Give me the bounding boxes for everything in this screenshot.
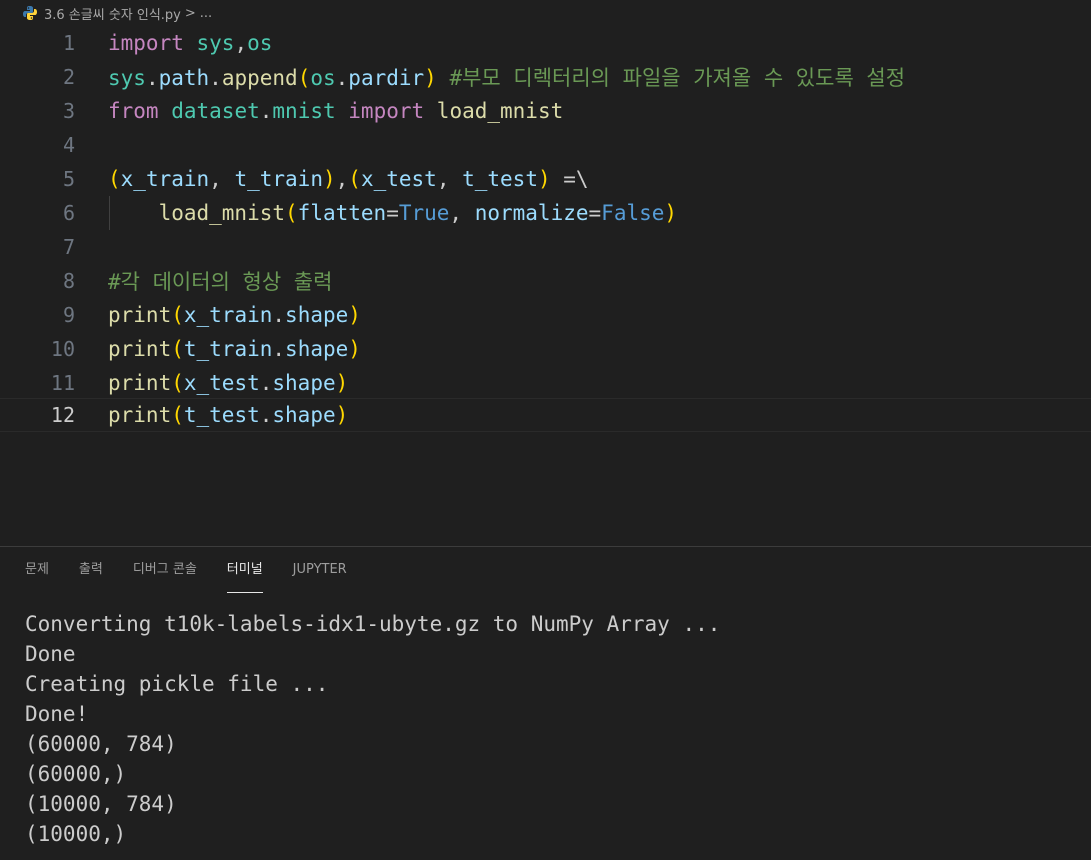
line-number: 8 (62, 269, 75, 293)
code-text[interactable]: load_mnist(flatten=True, normalize=False… (108, 201, 677, 225)
breadcrumb-file[interactable]: 3.6 손글씨 숫자 인식.py (44, 4, 181, 23)
code-line[interactable]: 9 print(x_train.shape) (0, 298, 1091, 332)
terminal-line: (60000, 784) (25, 732, 177, 756)
tab-problems[interactable]: 문제 (25, 555, 49, 585)
line-number: 6 (62, 201, 75, 225)
terminal-line: (10000, 784) (25, 792, 177, 816)
tab-jupyter[interactable]: JUPYTER (293, 555, 347, 585)
code-line[interactable]: 2 sys.path.append(os.pardir) #부모 디렉터리의 파… (0, 60, 1091, 94)
terminal-line: Creating pickle file ... (25, 672, 329, 696)
code-line[interactable]: 11 print(x_test.shape) (0, 366, 1091, 400)
code-text[interactable]: (x_train, t_train),(x_test, t_test) =\ (108, 167, 589, 191)
line-number: 2 (62, 65, 75, 89)
code-editor[interactable]: 1 import sys,os 2 sys.path.append(os.par… (0, 26, 1091, 546)
terminal-line: (10000,) (25, 822, 127, 846)
code-text[interactable]: print(x_test.shape) (108, 371, 348, 395)
terminal-line: Done! (25, 702, 89, 726)
code-line[interactable]: 6 load_mnist(flatten=True, normalize=Fal… (0, 196, 1091, 230)
breadcrumb[interactable]: 3.6 손글씨 숫자 인식.py > ... (0, 0, 1091, 26)
line-number: 7 (62, 235, 75, 259)
tab-debug-console[interactable]: 디버그 콘솔 (133, 555, 197, 585)
bottom-panel: 문제 출력 디버그 콘솔 터미널 JUPYTER Converting t10k… (0, 546, 1091, 860)
panel-tabs: 문제 출력 디버그 콘솔 터미널 JUPYTER (25, 555, 377, 593)
code-line[interactable]: 3 from dataset.mnist import load_mnist (0, 94, 1091, 128)
code-line[interactable]: 10 print(t_train.shape) (0, 332, 1091, 366)
python-icon (22, 5, 38, 21)
terminal-line: Converting t10k-labels-idx1-ubyte.gz to … (25, 612, 721, 636)
code-text[interactable]: print(t_test.shape) (108, 403, 348, 427)
code-text[interactable]: from dataset.mnist import load_mnist (108, 99, 563, 123)
code-line[interactable]: 8 #각 데이터의 형상 출력 (0, 264, 1091, 298)
tab-terminal[interactable]: 터미널 (226, 555, 263, 593)
line-number: 11 (50, 371, 75, 395)
line-number: 4 (62, 133, 75, 157)
chevron-right-icon: > (184, 5, 196, 21)
code-line-current[interactable]: 12 print(t_test.shape) (0, 398, 1091, 432)
code-line[interactable]: 5 (x_train, t_train),(x_test, t_test) =\ (0, 162, 1091, 196)
code-line[interactable]: 1 import sys,os (0, 26, 1091, 60)
code-line[interactable]: 7 (0, 230, 1091, 264)
terminal-output[interactable]: Converting t10k-labels-idx1-ubyte.gz to … (25, 609, 720, 849)
code-line[interactable]: 4 (0, 128, 1091, 162)
code-text[interactable]: import sys,os (108, 31, 272, 55)
line-number: 3 (62, 99, 75, 123)
tab-output[interactable]: 출력 (79, 555, 103, 585)
line-number: 9 (62, 303, 75, 327)
code-text[interactable]: #각 데이터의 형상 출력 (108, 266, 332, 296)
code-text[interactable]: print(x_train.shape) (108, 303, 361, 327)
code-text[interactable]: print(t_train.shape) (108, 337, 361, 361)
line-number-active: 12 (50, 403, 75, 427)
code-text[interactable]: sys.path.append(os.pardir) #부모 디렉터리의 파일을… (108, 62, 905, 92)
line-number: 5 (62, 167, 75, 191)
terminal-line: (60000,) (25, 762, 127, 786)
breadcrumb-more[interactable]: ... (200, 6, 212, 21)
line-number: 1 (62, 31, 75, 55)
terminal-line: Done (25, 642, 76, 666)
line-number: 10 (50, 337, 75, 361)
